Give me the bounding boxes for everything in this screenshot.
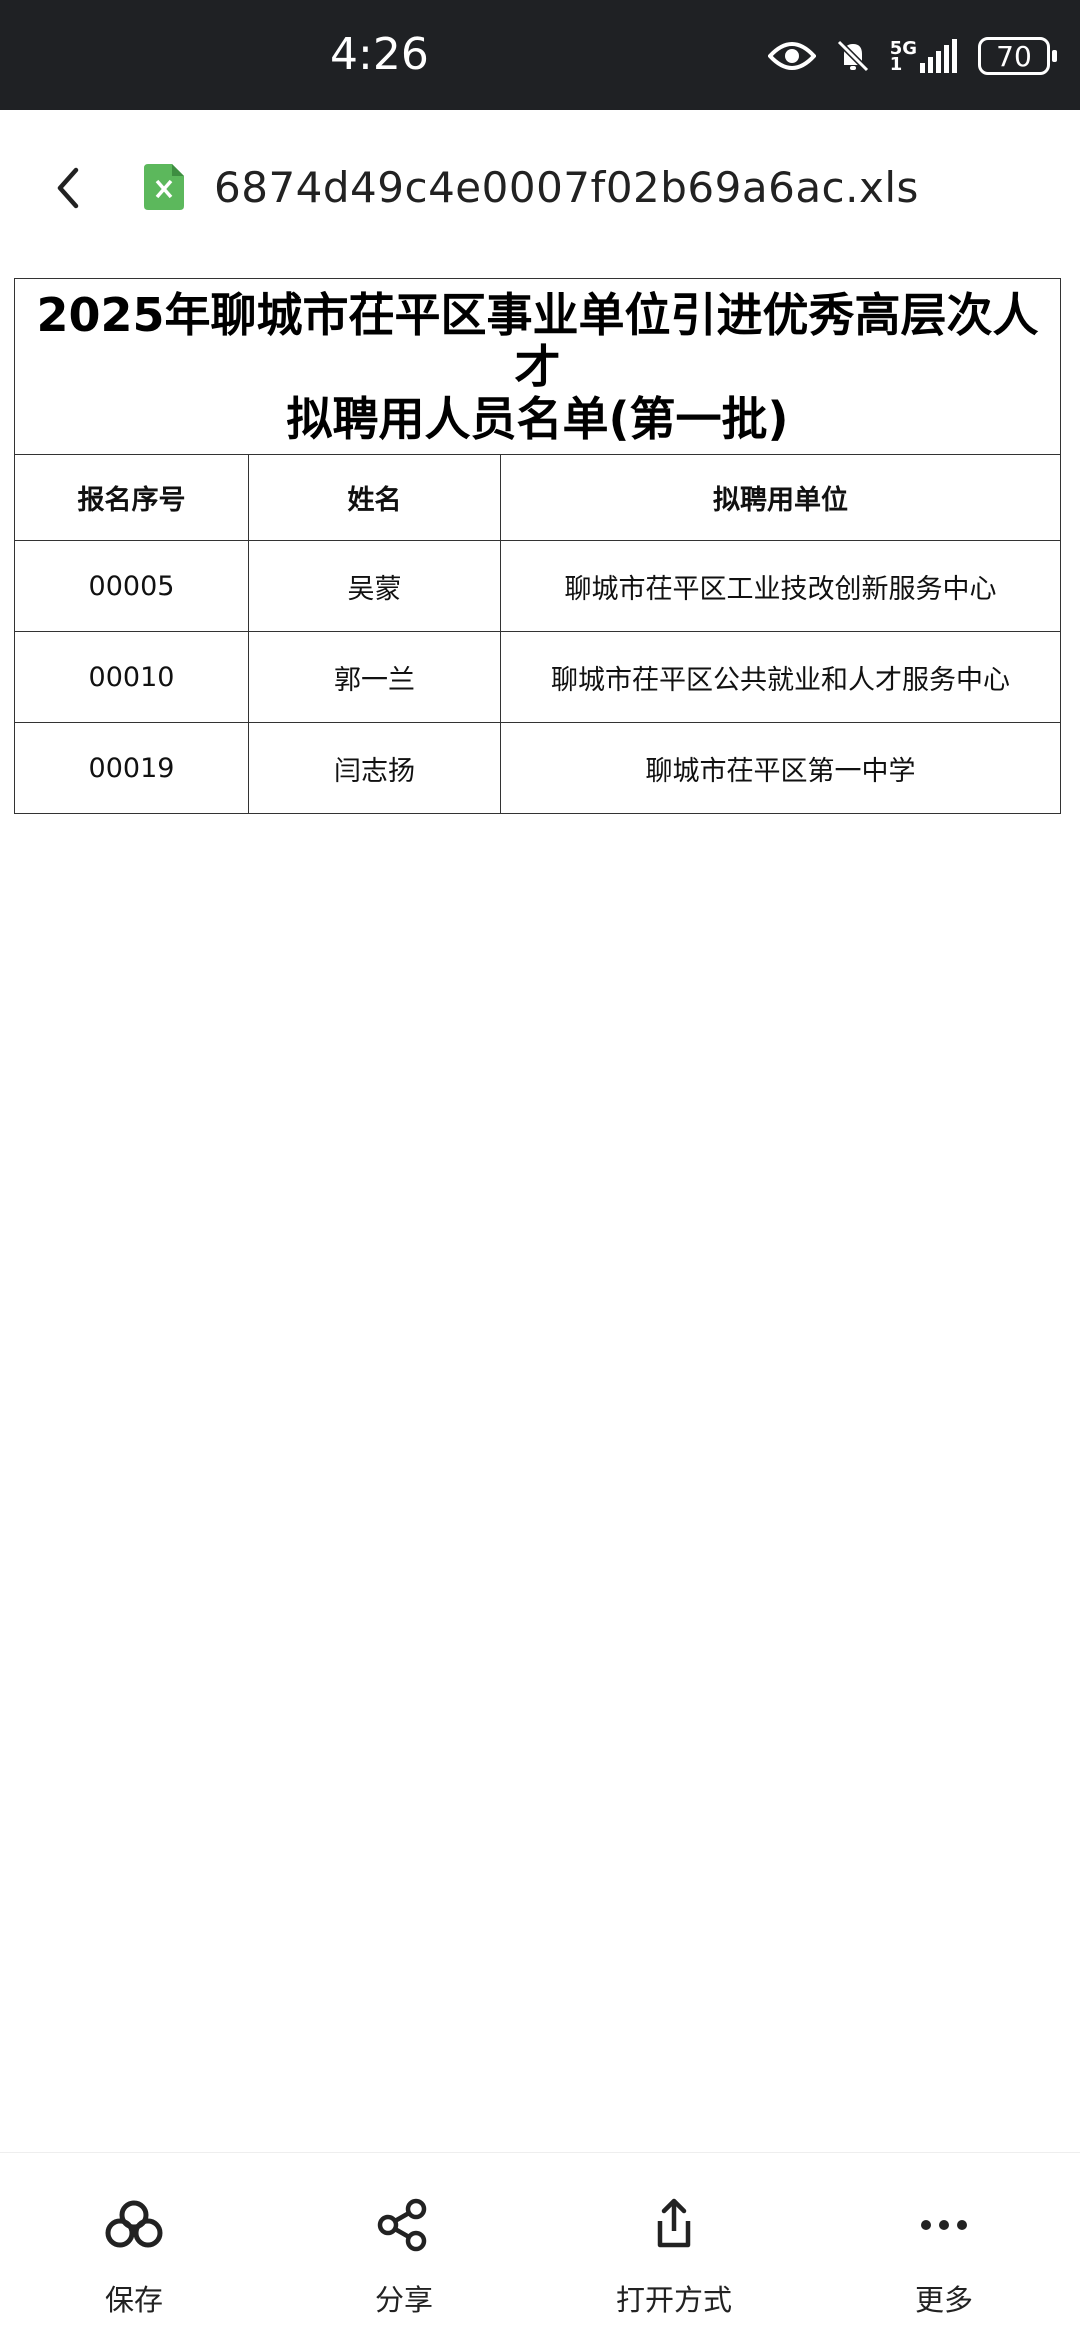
table-row: 00019 闫志扬 聊城市茌平区第一中学 <box>14 722 1062 814</box>
back-arrow-icon[interactable] <box>40 158 100 218</box>
share-label: 分享 <box>374 2283 433 2317</box>
cell-reg-no: 00019 <box>14 722 249 814</box>
more-button[interactable]: 更多 <box>844 2193 1044 2319</box>
share-icon <box>377 2198 427 2252</box>
cloud-save-icon <box>105 2200 163 2248</box>
eye-icon <box>767 42 816 70</box>
save-button[interactable]: 保存 <box>34 2193 234 2319</box>
status-bar: 4:26 5G 1 70 <box>0 0 1080 110</box>
header-reg-no: 报名序号 <box>14 454 249 541</box>
cell-name: 郭一兰 <box>248 631 501 723</box>
status-time: 4:26 <box>330 29 429 80</box>
header-row: 报名序号 姓名 拟聘用单位 <box>14 454 1062 541</box>
spreadsheet: 2025年聊城市茌平区事业单位引进优秀高层次人 才 拟聘用人员名单(第一批) 报… <box>13 278 1062 814</box>
table-row: 00010 郭一兰 聊城市茌平区公共就业和人才服务中心 <box>14 631 1062 723</box>
status-icons: 5G 1 70 <box>767 32 1057 80</box>
cell-reg-no: 00005 <box>14 540 249 632</box>
excel-file-icon <box>144 164 184 210</box>
battery-level: 70 <box>996 39 1032 73</box>
battery-icon: 70 <box>978 37 1057 75</box>
app-bar: 6874d49c4e0007f02b69a6ac.xls <box>0 110 1080 266</box>
open-with-label: 打开方式 <box>615 2283 732 2317</box>
header-unit: 拟聘用单位 <box>499 454 1062 541</box>
more-label: 更多 <box>914 2283 973 2317</box>
bottom-toolbar: 保存 分享 打开方式 更多 <box>0 2152 1080 2338</box>
network-sub: 1 <box>889 54 903 75</box>
recruit-table: 2025年聊城市茌平区事业单位引进优秀高层次人 才 拟聘用人员名单(第一批) 报… <box>13 278 1062 814</box>
open-with-icon <box>657 2198 691 2248</box>
file-name: 6874d49c4e0007f02b69a6ac.xls <box>214 163 919 212</box>
open-with-button[interactable]: 打开方式 <box>574 2193 774 2319</box>
title-line-2: 才 <box>514 339 561 394</box>
title-line-1: 2025年聊城市茌平区事业单位引进优秀高层次人 <box>36 287 1039 342</box>
cell-unit: 聊城市茌平区工业技改创新服务中心 <box>499 540 1062 632</box>
bell-muted-icon <box>836 39 869 73</box>
cell-unit: 聊城市茌平区公共就业和人才服务中心 <box>499 631 1062 723</box>
cell-reg-no: 00010 <box>14 631 249 723</box>
title-line-3: 拟聘用人员名单(第一批) <box>286 391 789 446</box>
signal-icon <box>920 39 957 73</box>
table-row: 00005 吴蒙 聊城市茌平区工业技改创新服务中心 <box>14 540 1062 632</box>
network-indicator: 5G 1 <box>889 39 960 75</box>
save-label: 保存 <box>104 2283 163 2317</box>
cell-unit: 聊城市茌平区第一中学 <box>499 722 1062 814</box>
header-name: 姓名 <box>248 454 501 541</box>
more-icon <box>921 2220 967 2230</box>
cell-name: 闫志扬 <box>248 722 501 814</box>
sheet-title: 2025年聊城市茌平区事业单位引进优秀高层次人 才 拟聘用人员名单(第一批) <box>13 278 1062 455</box>
cell-name: 吴蒙 <box>248 540 501 632</box>
share-button[interactable]: 分享 <box>304 2193 504 2319</box>
